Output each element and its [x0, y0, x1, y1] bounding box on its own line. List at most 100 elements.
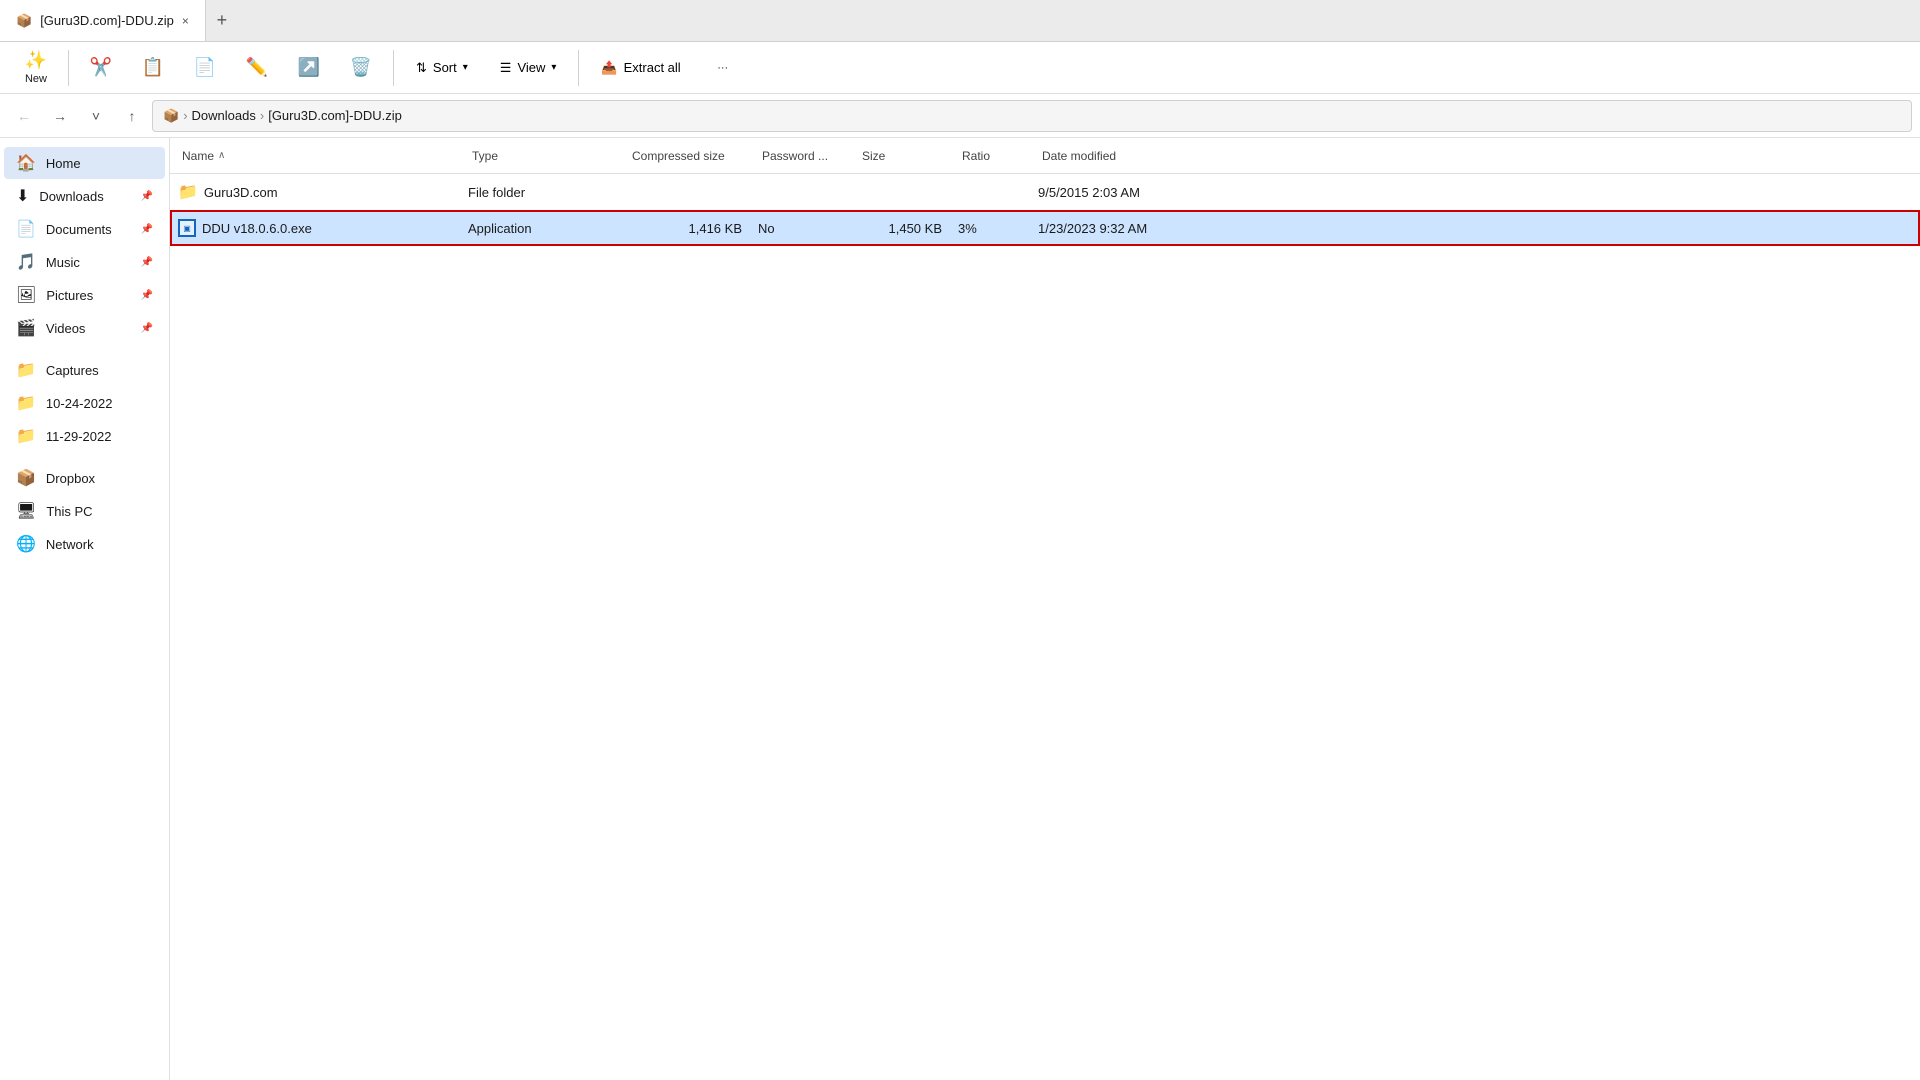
sidebar-item-network[interactable]: 🌐 Network [4, 528, 165, 560]
sidebar-item-11-29-2022[interactable]: 📁 11-29-2022 [4, 420, 165, 452]
file-area: Name ∧ Type Compressed size Password ...… [170, 138, 1920, 1080]
paste-icon: 📄 [194, 57, 216, 78]
back-icon: ← [17, 108, 31, 124]
back-button[interactable]: ← [8, 100, 40, 132]
tab-add-button[interactable]: + [206, 5, 238, 37]
toolbar-separator-2 [393, 50, 394, 86]
tab-title: [Guru3D.com]-DDU.zip [40, 13, 174, 28]
videos-pin-icon: 📌 [141, 323, 153, 334]
sort-button[interactable]: ⇅ Sort ▾ [402, 54, 482, 82]
tab-close-button[interactable]: × [182, 14, 189, 28]
copy-button[interactable]: 📋 [129, 53, 177, 82]
col-header-compressed-size[interactable]: Compressed size [628, 138, 758, 173]
sidebar-item-11-29-label: 11-29-2022 [46, 429, 153, 444]
col-header-password[interactable]: Password ... [758, 138, 858, 173]
view-icon: ☰ [500, 60, 512, 76]
sidebar-item-documents[interactable]: 📄 Documents 📌 [4, 213, 165, 245]
sidebar-item-music-label: Music [46, 255, 131, 270]
col-header-type[interactable]: Type [468, 138, 628, 173]
cut-button[interactable]: ✂️ [77, 53, 125, 82]
home-icon: 🏠 [16, 153, 36, 173]
documents-pin-icon: 📌 [141, 224, 153, 235]
col-header-name[interactable]: Name ∧ [178, 138, 468, 173]
file-name-guru3d: Guru3D.com [204, 185, 278, 200]
file-date-folder: 9/5/2015 2:03 AM [1038, 185, 1912, 200]
new-icon: ✨ [25, 50, 47, 71]
downloads-pin-icon: 📌 [141, 191, 153, 202]
col-header-ratio[interactable]: Ratio [958, 138, 1038, 173]
address-bar: ← → ˅ ↑ 📦 › Downloads › [Guru3D.com]-DDU… [0, 94, 1920, 138]
file-date-exe: 1/23/2023 9:32 AM [1038, 221, 1912, 236]
view-button[interactable]: ☰ View ▾ [486, 54, 571, 82]
captures-icon: 📁 [16, 360, 36, 380]
file-type-folder: File folder [468, 185, 628, 200]
sidebar-item-pictures-label: Pictures [46, 288, 130, 303]
toolbar-separator-3 [578, 50, 579, 86]
active-tab[interactable]: 📦 [Guru3D.com]-DDU.zip × [0, 0, 206, 41]
breadcrumb-sep-1: › [183, 108, 187, 123]
column-headers: Name ∧ Type Compressed size Password ...… [170, 138, 1920, 174]
folder-10-24-icon: 📁 [16, 393, 36, 413]
sidebar-item-videos[interactable]: 🎬 Videos 📌 [4, 312, 165, 344]
expand-button[interactable]: ˅ [80, 100, 112, 132]
sidebar-item-dropbox[interactable]: 📦 Dropbox [4, 462, 165, 494]
new-button[interactable]: ✨ New [12, 46, 60, 89]
table-row[interactable]: ▣ DDU v18.0.6.0.exe Application 1,416 KB… [170, 210, 1920, 246]
breadcrumb[interactable]: 📦 › Downloads › [Guru3D.com]-DDU.zip [152, 100, 1912, 132]
file-type-exe: Application [468, 221, 628, 236]
network-icon: 🌐 [16, 534, 36, 554]
breadcrumb-zip[interactable]: [Guru3D.com]-DDU.zip [268, 108, 402, 123]
breadcrumb-downloads[interactable]: Downloads [192, 108, 256, 123]
downloads-icon: ⬇ [16, 186, 29, 206]
file-size-exe: 1,450 KB [858, 221, 958, 236]
sidebar-item-captures[interactable]: 📁 Captures [4, 354, 165, 386]
toolbar: ✨ New ✂️ 📋 📄 ✏️ ↗️ 🗑️ ⇅ Sort ▾ ☰ View ▾ … [0, 42, 1920, 94]
sidebar-item-network-label: Network [46, 537, 153, 552]
sidebar-item-captures-label: Captures [46, 363, 153, 378]
folder-11-29-icon: 📁 [16, 426, 36, 446]
music-pin-icon: 📌 [141, 257, 153, 268]
col-header-size[interactable]: Size [858, 138, 958, 173]
dropbox-icon: 📦 [16, 468, 36, 488]
forward-button[interactable]: → [44, 100, 76, 132]
sidebar-item-videos-label: Videos [46, 321, 131, 336]
file-ratio-exe: 3% [958, 221, 1038, 236]
sidebar-item-this-pc-label: This PC [46, 504, 153, 519]
cut-icon: ✂️ [90, 57, 112, 78]
paste-button[interactable]: 📄 [181, 53, 229, 82]
rename-button[interactable]: ✏️ [233, 53, 281, 82]
breadcrumb-root-icon: 📦 [163, 108, 179, 124]
share-button[interactable]: ↗️ [285, 53, 333, 82]
more-button[interactable]: ··· [699, 58, 747, 78]
sidebar: 🏠 Home ⬇ Downloads 📌 📄 Documents 📌 🎵 Mus… [0, 138, 170, 1080]
sidebar-item-pictures[interactable]: 🖼 Pictures 📌 [4, 279, 165, 311]
sidebar-item-music[interactable]: 🎵 Music 📌 [4, 246, 165, 278]
extract-icon: 📤 [601, 60, 617, 76]
sidebar-item-10-24-label: 10-24-2022 [46, 396, 153, 411]
breadcrumb-sep-2: › [260, 108, 264, 123]
tab-zip-icon: 📦 [16, 13, 32, 29]
sidebar-item-this-pc[interactable]: 🖥 This PC [4, 495, 165, 527]
delete-button[interactable]: 🗑️ [337, 53, 385, 82]
copy-icon: 📋 [142, 57, 164, 78]
music-icon: 🎵 [16, 252, 36, 272]
rename-icon: ✏️ [246, 57, 268, 78]
file-comp-exe: 1,416 KB [628, 221, 758, 236]
exe-icon: ▣ [178, 219, 196, 237]
col-header-date-modified[interactable]: Date modified [1038, 138, 1912, 173]
file-list: 📁 Guru3D.com File folder 9/5/2015 2:03 A… [170, 174, 1920, 1080]
forward-icon: → [53, 108, 67, 124]
sidebar-item-documents-label: Documents [46, 222, 131, 237]
sort-chevron-icon: ▾ [463, 62, 468, 73]
sidebar-item-downloads[interactable]: ⬇ Downloads 📌 [4, 180, 165, 212]
view-chevron-icon: ▾ [551, 62, 556, 73]
documents-icon: 📄 [16, 219, 36, 239]
chevron-down-icon: ˅ [92, 108, 100, 124]
sidebar-item-dropbox-label: Dropbox [46, 471, 153, 486]
table-row[interactable]: 📁 Guru3D.com File folder 9/5/2015 2:03 A… [170, 174, 1920, 210]
extract-all-button[interactable]: 📤 Extract all [587, 54, 694, 82]
sidebar-item-10-24-2022[interactable]: 📁 10-24-2022 [4, 387, 165, 419]
sidebar-item-home[interactable]: 🏠 Home [4, 147, 165, 179]
toolbar-separator-1 [68, 50, 69, 86]
up-button[interactable]: ↑ [116, 100, 148, 132]
